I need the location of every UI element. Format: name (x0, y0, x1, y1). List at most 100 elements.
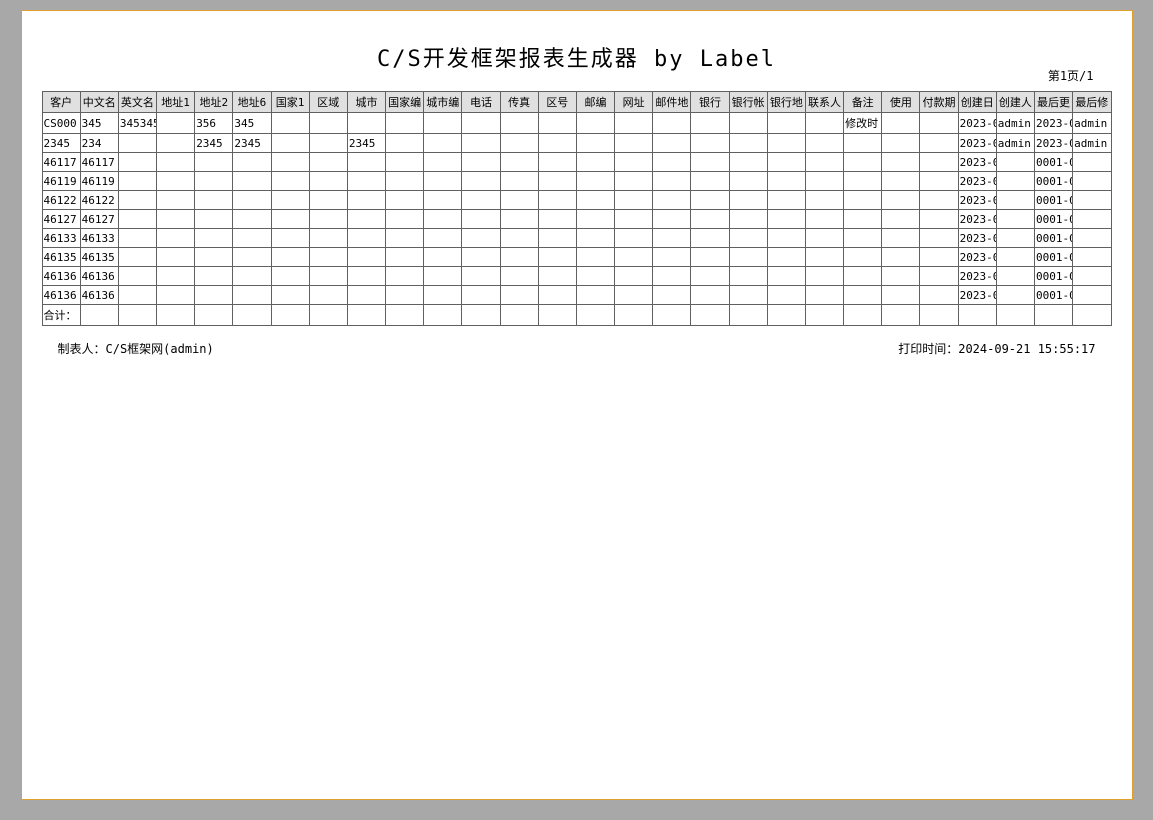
table-cell (729, 248, 767, 267)
column-header: 最后修 (1073, 92, 1111, 113)
table-cell (538, 210, 576, 229)
table-cell (729, 267, 767, 286)
table-cell (920, 286, 958, 305)
table-cell (386, 210, 424, 229)
table-cell (118, 305, 156, 326)
table-cell (576, 134, 614, 153)
table-cell (195, 267, 233, 286)
column-header: 城市编 (424, 92, 462, 113)
table-cell (996, 172, 1034, 191)
column-header: 付款期 (920, 92, 958, 113)
table-cell (767, 229, 805, 248)
table-cell (920, 191, 958, 210)
table-cell (576, 210, 614, 229)
table-cell (729, 134, 767, 153)
table-cell: CS000 (42, 113, 80, 134)
table-cell (347, 267, 385, 286)
column-header: 邮编 (576, 92, 614, 113)
column-header: 区号 (538, 92, 576, 113)
table-cell: 2023-0 (958, 267, 996, 286)
table-cell: admin (1073, 113, 1111, 134)
table-cell: 2345 (42, 134, 80, 153)
table-cell: 46127 (80, 210, 118, 229)
column-header: 传真 (500, 92, 538, 113)
table-cell (844, 229, 882, 248)
table-cell: 46127 (42, 210, 80, 229)
table-cell (996, 248, 1034, 267)
table-cell (996, 210, 1034, 229)
table-cell (309, 172, 347, 191)
table-cell (347, 172, 385, 191)
table-cell (729, 305, 767, 326)
table-cell (767, 286, 805, 305)
table-cell (767, 267, 805, 286)
table-cell (538, 248, 576, 267)
table-cell (996, 229, 1034, 248)
table-cell (271, 286, 309, 305)
report-footer: 制表人：C/S框架网(admin) 打印时间：2024-09-21 15:55:… (42, 340, 1112, 357)
table-cell (271, 134, 309, 153)
table-cell (462, 210, 500, 229)
table-cell (500, 172, 538, 191)
column-header: 中文名 (80, 92, 118, 113)
table-cell (462, 134, 500, 153)
table-cell (729, 113, 767, 134)
table-cell (500, 229, 538, 248)
table-cell (157, 286, 195, 305)
table-cell (653, 248, 691, 267)
table-cell (767, 248, 805, 267)
table-cell (805, 172, 843, 191)
table-cell (1073, 153, 1111, 172)
table-cell (80, 305, 118, 326)
table-cell (271, 248, 309, 267)
table-cell (1073, 305, 1111, 326)
table-cell (118, 286, 156, 305)
table-cell (386, 134, 424, 153)
table-cell: 46117 (42, 153, 80, 172)
table-cell (920, 153, 958, 172)
table-cell (767, 191, 805, 210)
table-cell (1073, 191, 1111, 210)
table-cell (386, 172, 424, 191)
table-cell (882, 134, 920, 153)
table-cell: 2023-0 (1034, 134, 1072, 153)
table-cell (615, 305, 653, 326)
column-header: 网址 (615, 92, 653, 113)
table-cell (538, 286, 576, 305)
table-cell (118, 191, 156, 210)
table-cell (271, 229, 309, 248)
creator-label: 制表人：C/S框架网(admin) (58, 340, 214, 357)
table-cell (462, 172, 500, 191)
table-cell (195, 305, 233, 326)
table-cell (424, 229, 462, 248)
table-cell (386, 153, 424, 172)
table-cell (882, 267, 920, 286)
table-cell (882, 113, 920, 134)
table-cell (195, 153, 233, 172)
table-cell: 2023-0 (958, 134, 996, 153)
table-cell (1073, 229, 1111, 248)
table-cell (118, 134, 156, 153)
table-cell: 2023-0 (958, 191, 996, 210)
table-cell (653, 134, 691, 153)
table-cell (691, 172, 729, 191)
table-cell (386, 286, 424, 305)
table-cell (424, 305, 462, 326)
table-cell (538, 153, 576, 172)
table-cell (920, 113, 958, 134)
table-cell (309, 248, 347, 267)
table-cell (157, 248, 195, 267)
table-cell (805, 267, 843, 286)
table-row: 46136461362023-00001-0 (42, 286, 1111, 305)
report-table: 客户中文名英文名地址1地址2地址6国家1区域城市国家编城市编电话传真区号邮编网址… (42, 91, 1112, 326)
table-cell (920, 267, 958, 286)
table-cell (500, 267, 538, 286)
table-cell: 356 (195, 113, 233, 134)
table-cell (882, 286, 920, 305)
table-cell (691, 191, 729, 210)
table-cell: 0001-0 (1034, 229, 1072, 248)
table-row: 46117461172023-00001-0 (42, 153, 1111, 172)
table-cell (500, 191, 538, 210)
table-cell: 46119 (42, 172, 80, 191)
table-cell: 0001-0 (1034, 267, 1072, 286)
